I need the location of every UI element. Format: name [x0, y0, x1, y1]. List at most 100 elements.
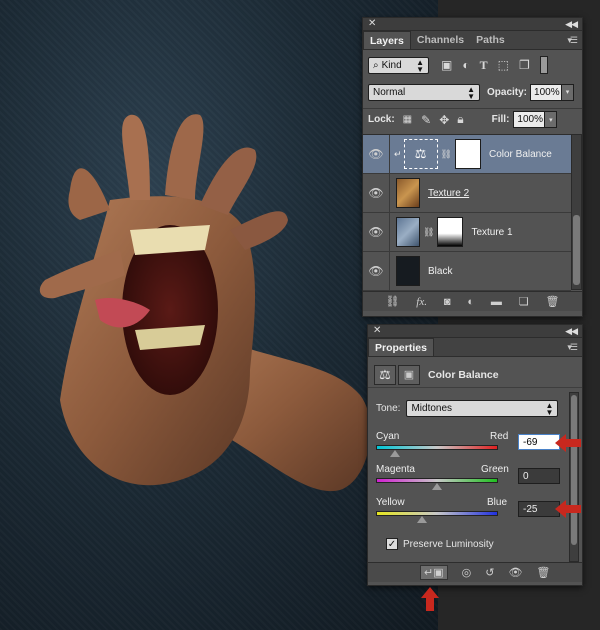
- tab-properties[interactable]: Properties: [368, 338, 434, 356]
- layers-scrollbar[interactable]: [571, 134, 582, 290]
- link-icon: ⛓︎: [423, 226, 435, 237]
- scrollbar-thumb[interactable]: [573, 215, 580, 285]
- fx-icon[interactable]: fx.: [416, 296, 427, 308]
- close-icon[interactable]: ✕: [368, 18, 376, 30]
- preserve-luminosity-row: ✓ Preserve Luminosity: [368, 535, 582, 553]
- filter-type-icon[interactable]: T: [480, 58, 488, 73]
- visibility-eye-icon[interactable]: 👁︎: [363, 212, 390, 252]
- new-adjustment-icon[interactable]: ◐: [467, 296, 474, 308]
- stepper-icon: ▲ ▼: [467, 84, 475, 101]
- layer-row-black[interactable]: 👁︎ Black: [363, 251, 571, 291]
- red-arrow-up-icon: [421, 587, 439, 611]
- yellow-blue-slider-handle[interactable]: [416, 516, 427, 523]
- slider-right-label: Red: [490, 431, 509, 442]
- blend-mode-value: Normal: [373, 86, 406, 98]
- tab-paths[interactable]: Paths: [470, 31, 511, 49]
- reset-icon[interactable]: ↺: [485, 566, 494, 579]
- panel-menu-icon[interactable]: ▾☰: [567, 342, 578, 353]
- layer-row-texture-2[interactable]: 👁︎ Texture 2: [363, 173, 571, 213]
- slider-right-label: Green: [481, 464, 509, 475]
- clip-to-layer-icon[interactable]: ↵▣: [420, 565, 448, 580]
- filter-kind-value: Kind: [381, 59, 402, 71]
- photoshop-workspace: ✕ ◀◀ Layers Channels Paths ▾☰ ⌕ Kind ▲ ▼ …: [0, 0, 600, 630]
- lock-row: Lock: ▦ ✎ ✥ 🔒︎ Fill: 100% ▾: [363, 108, 582, 130]
- visibility-eye-icon[interactable]: 👁︎: [363, 251, 390, 291]
- trash-icon[interactable]: 🗑︎: [536, 566, 550, 579]
- new-layer-icon[interactable]: ❏: [519, 295, 529, 308]
- adjustment-title: Color Balance: [428, 368, 499, 381]
- magenta-green-slider-handle[interactable]: [432, 483, 442, 490]
- filter-kind-dropdown[interactable]: ⌕ Kind ▲ ▼: [368, 56, 429, 74]
- yellow-blue-value-field[interactable]: -25: [518, 501, 560, 517]
- layer-name: Color Balance: [488, 148, 552, 160]
- mask-icon[interactable]: ▣: [398, 364, 420, 385]
- scrollbar-thumb[interactable]: [571, 395, 577, 545]
- tone-row: Tone: Midtones ▲ ▼: [368, 399, 582, 417]
- close-icon[interactable]: ✕: [373, 325, 381, 337]
- filter-pixel-icon[interactable]: ▣: [441, 58, 452, 72]
- scales-icon[interactable]: ⚖: [374, 364, 396, 385]
- red-arrow-left-icon: [555, 434, 581, 452]
- layers-panel-titlebar: ✕ ◀◀: [363, 18, 582, 31]
- properties-scrollbar[interactable]: [569, 392, 579, 562]
- lock-transparency-icon[interactable]: ▦: [403, 114, 412, 125]
- filter-shape-icon[interactable]: ⬚: [498, 58, 509, 72]
- filter-adjustment-icon[interactable]: ◐: [462, 58, 469, 72]
- slider-left-label: Magenta: [376, 464, 415, 475]
- fill-label: Fill:: [491, 114, 510, 125]
- search-icon: ⌕: [373, 59, 379, 71]
- lock-image-pixels-icon[interactable]: ✎: [421, 113, 431, 127]
- cyan-red-value-field[interactable]: -69: [518, 434, 560, 450]
- collapse-icon[interactable]: ◀◀: [565, 18, 578, 30]
- filter-smart-object-icon[interactable]: ❐: [519, 58, 530, 72]
- layer-mask-thumbnail: [437, 217, 464, 247]
- tone-value: Midtones: [411, 402, 453, 414]
- clip-arrow-icon: ↵: [394, 148, 402, 159]
- tone-label: Tone:: [376, 402, 401, 414]
- blend-mode-row: Normal ▲ ▼ Opacity: 100% ▾: [363, 81, 582, 103]
- trash-icon[interactable]: 🗑︎: [546, 295, 560, 308]
- scales-icon: ⚖: [403, 139, 438, 169]
- new-group-icon[interactable]: ▬: [491, 296, 502, 308]
- yellow-blue-slider-track[interactable]: [376, 511, 498, 516]
- stepper-icon: ▲ ▼: [416, 57, 424, 74]
- preserve-luminosity-checkbox[interactable]: ✓: [386, 538, 398, 550]
- layer-name: Black: [428, 265, 453, 277]
- layer-row-color-balance[interactable]: 👁︎ ↵ ⚖ ⛓︎ Color Balance: [363, 134, 571, 174]
- layer-name: Texture 2: [428, 187, 470, 199]
- magenta-green-value-field[interactable]: 0: [518, 468, 560, 484]
- lock-label: Lock:: [368, 114, 395, 125]
- tone-dropdown[interactable]: Midtones ▲ ▼: [406, 399, 559, 417]
- properties-panel-titlebar: ✕ ◀◀: [368, 325, 582, 338]
- lock-position-icon[interactable]: ✥: [439, 113, 449, 127]
- tab-channels[interactable]: Channels: [411, 31, 470, 49]
- stepper-icon: ▲ ▼: [545, 400, 554, 417]
- adjustment-header: ⚖ ▣ Color Balance: [368, 362, 582, 388]
- panel-menu-icon[interactable]: ▾☰: [567, 35, 578, 46]
- visibility-eye-icon[interactable]: 👁︎: [363, 173, 390, 213]
- view-previous-icon[interactable]: ◎: [462, 566, 472, 579]
- preserve-luminosity-label: Preserve Luminosity: [403, 538, 494, 550]
- opacity-dropdown-icon[interactable]: ▾: [562, 83, 575, 101]
- properties-panel: ✕ ◀◀ Properties ▾☰ ⚖ ▣ Color Balance Ton…: [367, 324, 583, 586]
- fill-field[interactable]: 100%: [513, 111, 546, 128]
- collapse-icon[interactable]: ◀◀: [565, 325, 578, 337]
- opacity-field[interactable]: 100%: [530, 83, 563, 101]
- slider-left-label: Yellow: [376, 497, 405, 508]
- tab-layers[interactable]: Layers: [363, 31, 411, 49]
- fill-dropdown-icon[interactable]: ▾: [545, 111, 558, 128]
- layer-thumbnail: [396, 217, 420, 247]
- slider-left-label: Cyan: [376, 431, 400, 442]
- add-mask-icon[interactable]: ◙: [444, 296, 451, 308]
- filter-toggle-switch[interactable]: [539, 56, 548, 74]
- link-layers-icon[interactable]: ⛓︎: [385, 295, 399, 308]
- cyan-red-slider-handle[interactable]: [389, 450, 400, 457]
- layers-panel: ✕ ◀◀ Layers Channels Paths ▾☰ ⌕ Kind ▲ ▼ …: [362, 17, 583, 317]
- lock-all-icon[interactable]: 🔒︎: [457, 112, 463, 127]
- blend-mode-dropdown[interactable]: Normal ▲ ▼: [368, 83, 480, 101]
- visibility-eye-icon[interactable]: 👁︎: [363, 134, 390, 174]
- visibility-eye-icon[interactable]: 👁︎: [508, 566, 522, 579]
- red-arrow-left-icon: [555, 500, 581, 518]
- layer-filter-row: ⌕ Kind ▲ ▼ ▣ ◐ T ⬚ ❐: [363, 53, 582, 77]
- layer-row-texture-1[interactable]: 👁︎ ⛓︎ Texture 1: [363, 212, 571, 252]
